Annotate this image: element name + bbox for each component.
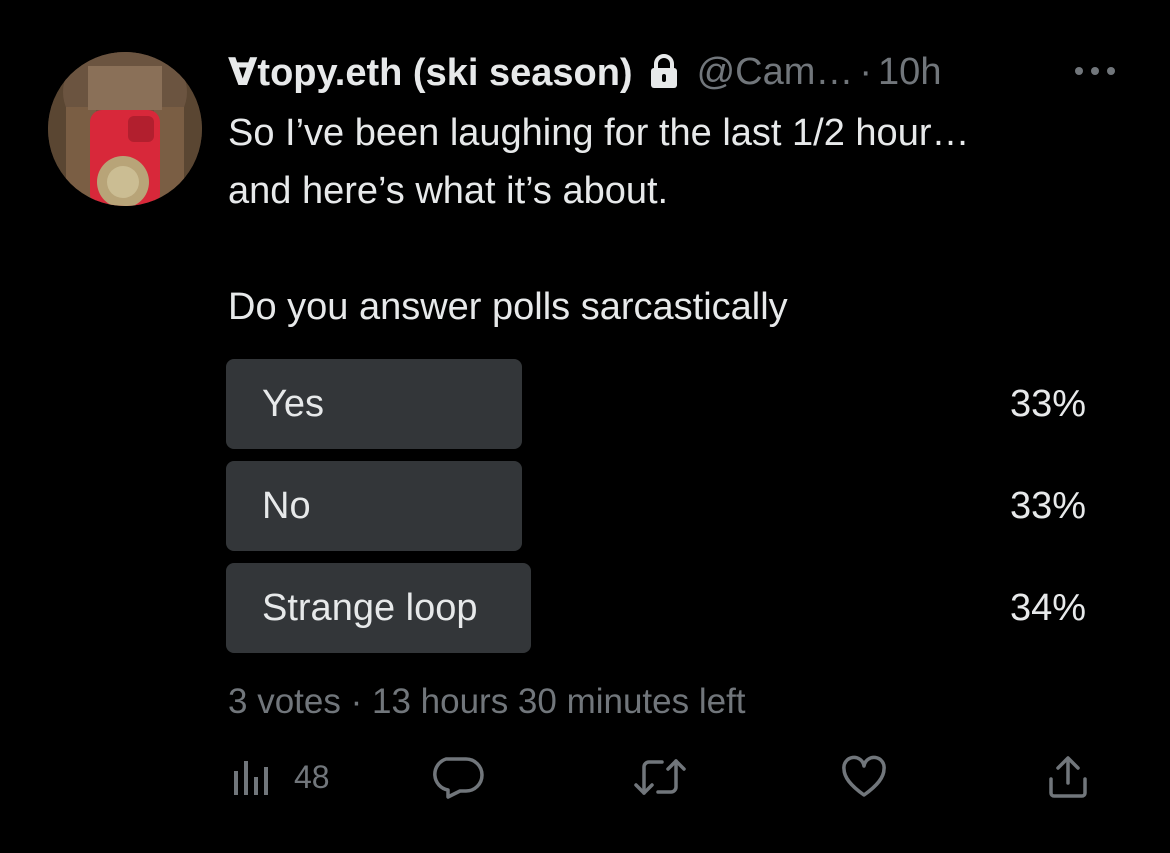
tweet-text-line: So I’ve been laughing for the last 1/2 h… xyxy=(228,112,970,154)
lock-icon xyxy=(649,54,679,90)
poll-option-percent: 33% xyxy=(1009,383,1086,425)
retweet-button[interactable] xyxy=(632,752,688,802)
header-separator: · xyxy=(859,50,873,93)
tweet-text-line: and here’s what it’s about. xyxy=(228,170,669,212)
poll-footer: 3 votes · 13 hours 30 minutes left xyxy=(228,678,746,726)
views-icon xyxy=(232,757,270,797)
reply-button[interactable] xyxy=(430,752,484,802)
user-handle[interactable]: @Cam… xyxy=(697,51,854,94)
poll-option-label: Yes xyxy=(262,383,324,425)
poll-time-left: 13 hours 30 minutes left xyxy=(371,682,746,721)
action-bar: 48 xyxy=(228,752,1098,802)
poll-option-label: Strange loop xyxy=(262,587,478,629)
poll-option-percent: 33% xyxy=(1009,485,1086,527)
reply-icon xyxy=(430,755,484,799)
tweet-text-line xyxy=(228,220,1128,278)
poll-option-yes: Yes 33% xyxy=(226,359,1088,449)
avatar-image xyxy=(48,52,202,206)
poll-option-label: No xyxy=(262,485,311,527)
retweet-icon xyxy=(632,755,688,799)
more-icon[interactable] xyxy=(1072,59,1118,83)
views-button[interactable]: 48 xyxy=(232,752,330,802)
like-icon xyxy=(840,755,888,799)
poll-option-strange-loop: Strange loop 34% xyxy=(226,563,1088,653)
poll-votes: 3 votes xyxy=(228,682,341,721)
poll-footer-separator: · xyxy=(350,682,363,721)
avatar[interactable] xyxy=(48,52,202,206)
tweet-header: ∀topy.eth (ski season) @Cam… · 10h xyxy=(228,46,1128,98)
share-button[interactable] xyxy=(1046,752,1090,802)
timestamp[interactable]: 10h xyxy=(878,51,941,94)
display-name[interactable]: ∀topy.eth (ski season) xyxy=(228,50,633,95)
tweet-text: So I’ve been laughing for the last 1/2 h… xyxy=(228,104,1128,336)
views-count: 48 xyxy=(294,758,330,795)
poll-question: Do you answer polls sarcastically xyxy=(228,286,788,328)
poll: Yes 33% No 33% Strange loop 34% xyxy=(226,359,1088,665)
share-icon xyxy=(1046,755,1090,799)
like-button[interactable] xyxy=(840,752,888,802)
poll-option-percent: 34% xyxy=(1009,587,1086,629)
poll-option-no: No 33% xyxy=(226,461,1088,551)
